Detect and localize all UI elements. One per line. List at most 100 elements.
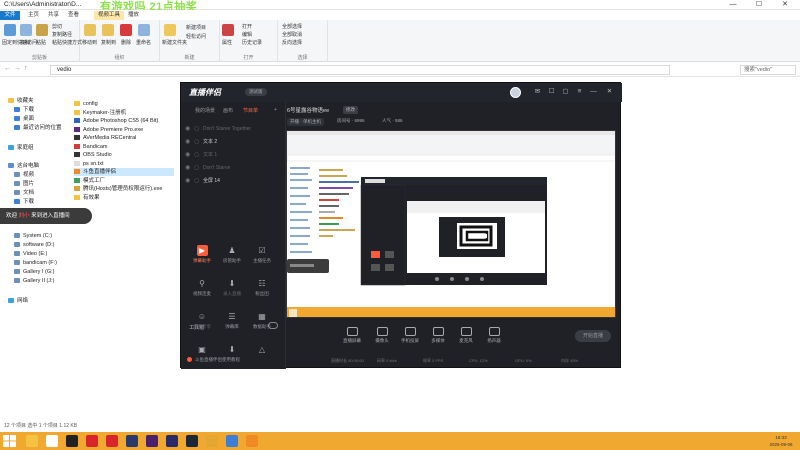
stream-preview[interactable] [286, 130, 616, 318]
tab-share[interactable]: 共享 [44, 11, 63, 20]
search-input[interactable]: 搜索"vedio" [740, 65, 796, 75]
netease-music-icon[interactable] [86, 435, 98, 447]
pin-icon[interactable] [4, 24, 16, 36]
eye-icon[interactable]: ◉ [185, 165, 190, 171]
douyu-icon[interactable] [246, 435, 258, 447]
file-explorer-icon[interactable] [26, 435, 38, 447]
nav-item[interactable]: 下载 [14, 106, 34, 115]
history-button[interactable]: 历史记录 [242, 39, 262, 46]
avatar[interactable] [510, 87, 521, 98]
up-icon[interactable]: ↑ [24, 65, 28, 72]
nav-item[interactable]: 家庭组 [8, 144, 34, 153]
eye-icon[interactable]: ◉ [185, 139, 190, 145]
file-item[interactable]: 斗鱼直播伴侣 [74, 168, 174, 176]
file-item[interactable]: 腾讯(Hosts)管理员权限运行).exe [74, 185, 162, 193]
after-effects-icon[interactable] [166, 435, 178, 447]
chrome-icon[interactable] [206, 435, 218, 447]
tutorial-link[interactable]: 斗鱼直播伴侣使用教程 [187, 355, 283, 365]
file-item[interactable]: Bandicam [74, 143, 107, 151]
control-button[interactable]: 摄像头 [368, 323, 396, 349]
mail-icon[interactable]: ✉ [533, 88, 542, 96]
tool-button[interactable]: ▶ 弹幕助手 [187, 245, 217, 269]
nav-item[interactable]: software (D:) [14, 241, 54, 250]
clock[interactable]: 18:33 2025-09-06 [762, 434, 800, 448]
file-item[interactable]: 有效果 [74, 194, 100, 202]
back-icon[interactable]: ← [4, 65, 11, 72]
new-item-button[interactable]: 新建项目 [186, 24, 206, 31]
rename-button[interactable]: 重命名 [136, 39, 151, 46]
eye-icon[interactable]: ◉ [185, 126, 190, 132]
tool-button[interactable]: ☑ 主播任务 [247, 245, 277, 269]
chat-icon[interactable]: ☐ [547, 88, 556, 96]
move-to-button[interactable]: 移动到 [82, 39, 97, 46]
minimize-icon[interactable]: — [589, 88, 598, 96]
close-button[interactable]: ✕ [772, 0, 798, 10]
steam-icon[interactable] [186, 435, 198, 447]
rename-icon[interactable] [138, 24, 150, 36]
paste-icon[interactable] [36, 24, 48, 36]
source-item[interactable]: ◉ ▢ Don't Starve [185, 163, 281, 173]
file-item[interactable]: AVerMedia RECentral [74, 134, 136, 142]
start-live-button[interactable]: 开始直播 [575, 330, 611, 342]
tool-button[interactable]: ☰ 弹幕库 [217, 311, 247, 335]
tab-program[interactable]: 节目单 [243, 107, 258, 114]
tool-button[interactable]: ♟ 房管助手 [217, 245, 247, 269]
lock-icon[interactable]: ▢ [194, 152, 199, 158]
menu-icon[interactable]: ≡ [575, 88, 584, 96]
tool-button[interactable]: ⬇ 录入直播 [217, 278, 247, 302]
category-chip[interactable]: 开播 · 单机主机 [287, 118, 324, 126]
tab-file[interactable]: 文件 [0, 11, 20, 20]
nav-item[interactable]: Gallery I (G:) [14, 268, 54, 277]
copy-button[interactable]: 复制 [20, 39, 30, 46]
nav-item[interactable]: 这台电脑 [8, 162, 39, 171]
nav-item[interactable]: 下载 [14, 198, 34, 207]
file-item[interactable]: 模式工厂 [74, 177, 105, 185]
tab-video-tools[interactable]: 视频工具 [94, 11, 125, 20]
forward-icon[interactable]: → [14, 65, 21, 72]
file-item[interactable]: ps sn.txt [74, 160, 103, 168]
lock-icon[interactable]: ▢ [194, 139, 199, 145]
record-icon[interactable] [106, 435, 118, 447]
control-button[interactable]: 扬声器 [480, 323, 508, 349]
properties-button[interactable]: 属性 [222, 39, 232, 46]
file-item[interactable]: OBS Studio [74, 151, 112, 159]
edit-title-button[interactable]: 修改 [343, 106, 358, 114]
source-item[interactable]: ◉ ▢ 文本 1 [185, 150, 281, 160]
nav-item[interactable]: 文档 [14, 189, 34, 198]
copy-icon[interactable] [20, 24, 32, 36]
tab-play[interactable]: 播放 [124, 11, 143, 20]
nav-item[interactable]: Video (E:) [14, 250, 47, 259]
control-button[interactable]: 麦克风 [452, 323, 480, 349]
browser-icon[interactable] [46, 435, 58, 447]
tab-my-scenes[interactable]: 我的场景 [195, 107, 215, 114]
eye-icon[interactable]: ◉ [185, 152, 190, 158]
lock-icon[interactable]: ▢ [194, 178, 199, 184]
add-scene-button[interactable]: + [274, 107, 277, 113]
gift-icon[interactable]: ▢ [561, 88, 570, 96]
tool-button[interactable]: ⚲ 视频连麦 [187, 278, 217, 302]
copy-to-button[interactable]: 复制到 [101, 39, 116, 46]
nav-item[interactable]: bandicam (F:) [14, 259, 57, 268]
control-button[interactable]: 多媒体 [424, 323, 452, 349]
photoshop-icon[interactable] [126, 435, 138, 447]
maximize-button[interactable]: ☐ [746, 0, 772, 10]
file-item[interactable]: Adobe Photoshop CS5 (64 Bit) [74, 117, 158, 125]
file-item[interactable]: Adobe Premiere Pro.exe [74, 126, 143, 134]
minimize-button[interactable]: — [720, 0, 746, 10]
eye-icon[interactable]: ◉ [185, 178, 190, 184]
address-input[interactable]: vedio [50, 65, 670, 75]
file-item[interactable]: Keymaker-注册机 [74, 109, 126, 117]
tool-button[interactable]: ☷ 粉丝团 [247, 278, 277, 302]
tool-button[interactable]: ☺ 超管专享 [187, 311, 217, 335]
open-button[interactable]: 打开 [242, 23, 252, 30]
paste-shortcut-button[interactable]: 粘贴快捷方式 [52, 39, 82, 46]
close-icon[interactable]: ✕ [605, 88, 614, 96]
edit-button[interactable]: 编辑 [242, 31, 252, 38]
paste-button[interactable]: 粘贴 [36, 39, 46, 46]
control-button[interactable]: 手机投屏 [396, 323, 424, 349]
select-all-button[interactable]: 全部选择 [282, 23, 302, 30]
nav-item[interactable]: System (C:) [14, 232, 52, 241]
new-folder-icon[interactable] [164, 24, 176, 36]
tool-icon[interactable] [226, 435, 238, 447]
qq-icon[interactable] [66, 435, 78, 447]
